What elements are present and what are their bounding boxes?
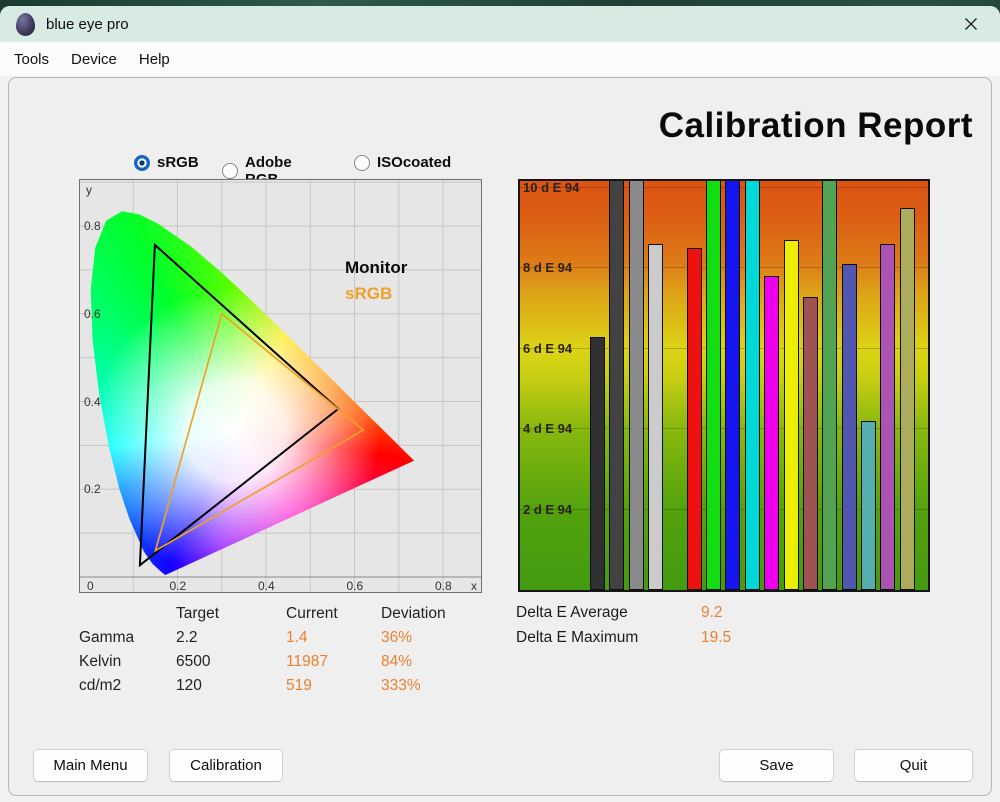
bar-tick-line	[520, 267, 928, 269]
kelvin-current: 11987	[286, 653, 328, 670]
window-title: blue eye pro	[46, 15, 129, 33]
gamut-triangles	[138, 242, 365, 568]
y-axis-letter: y	[86, 183, 92, 197]
col-header-target: Target	[176, 605, 220, 622]
app-icon	[16, 12, 35, 36]
row-label-cdm2: cd/m2	[79, 677, 122, 694]
report-panel: Calibration Report sRGB Adobe RGB ISOcoa…	[8, 77, 992, 796]
row-label-gamma: Gamma	[79, 629, 135, 646]
radio-adobe-rgb-icon	[222, 163, 238, 179]
quit-button[interactable]: Quit	[854, 749, 973, 782]
desktop: { "window": { "title": "blue eye pro" },…	[0, 0, 1000, 802]
delta-e-bar	[686, 248, 702, 590]
row-label-kelvin: Kelvin	[79, 653, 122, 670]
delta-e-bar	[648, 244, 664, 590]
bar-tick-label: 6 d E 94	[523, 340, 573, 356]
delta-e-average-value: 9.2	[701, 604, 723, 621]
table-corner	[79, 602, 176, 626]
delta-e-bar	[628, 181, 644, 590]
bar-tick-line	[520, 187, 928, 188]
delta-e-bar	[744, 181, 760, 590]
delta-e-bar	[880, 244, 896, 590]
delta-e-bar	[609, 181, 625, 590]
cdm2-deviation: 333%	[381, 677, 421, 694]
cdm2-current: 519	[286, 677, 312, 694]
app-window: blue eye pro Tools Device Help Calibrati…	[0, 6, 1000, 802]
menu-device[interactable]: Device	[60, 46, 128, 73]
page-title: Calibration Report	[658, 106, 973, 145]
radio-isocoated[interactable]: ISOcoated	[354, 154, 451, 171]
delta-e-maximum-label: Delta E Maximum	[516, 628, 639, 646]
radio-isocoated-label: ISOcoated	[377, 154, 452, 171]
delta-e-average-label: Delta E Average	[516, 604, 628, 621]
chromaticity-diagram: Monitor sRGB 0 0.2 0.4 0.6 0.8 0.2 0.4 0.6 0.8 y x	[79, 179, 482, 593]
delta-e-bar	[783, 240, 799, 590]
legend-srgb: sRGB	[345, 284, 393, 303]
delta-e-bar	[802, 296, 818, 590]
cdm2-target: 120	[176, 677, 202, 694]
delta-e-average-row: Delta E Average 9.2	[516, 601, 731, 626]
gamma-current: 1.4	[286, 629, 308, 646]
kelvin-deviation: 84%	[381, 653, 413, 670]
delta-e-bar	[725, 181, 741, 590]
delta-e-bar-chart: 10 d E 94 8 d E 94 6 d E 94 4 d E 94 2 d E 9…	[518, 179, 930, 592]
x-tick-label: 0	[87, 579, 94, 593]
delta-e-maximum-row: Delta E Maximum 19.5	[516, 626, 731, 651]
y-tick-label: 0.4	[84, 394, 101, 409]
x-tick-label: 0.2	[169, 579, 187, 593]
y-tick-label: 0.6	[84, 306, 101, 321]
bar-tick-label: 2 d E 94	[523, 501, 573, 517]
x-tick-label: 0.8	[435, 579, 452, 593]
delta-e-bar	[590, 336, 605, 590]
calibration-button[interactable]: Calibration	[169, 749, 283, 782]
legend-monitor: Monitor	[345, 258, 408, 277]
kelvin-target: 6500	[176, 653, 211, 670]
delta-e-maximum-value: 19.5	[701, 628, 732, 646]
results-table: Target Current Deviation Gamma 2.2 1.4 3…	[79, 602, 491, 698]
col-header-current: Current	[286, 605, 338, 622]
gamut-legend: Monitor sRGB	[345, 255, 407, 307]
y-tick-label: 0.2	[84, 482, 101, 497]
bar-tick-label: 10 d E 94	[523, 180, 580, 195]
menu-tools[interactable]: Tools	[3, 46, 60, 73]
radio-srgb-label: sRGB	[157, 154, 199, 171]
gamma-target: 2.2	[176, 629, 198, 646]
delta-e-summary: Delta E Average 9.2 Delta E Maximum 19.5	[516, 601, 731, 650]
x-axis-letter: x	[471, 579, 477, 593]
radio-srgb[interactable]: sRGB	[134, 154, 199, 171]
bar-tick-label: 4 d E 94	[523, 421, 573, 437]
delta-e-bar	[841, 264, 857, 590]
delta-e-bar	[899, 208, 915, 590]
delta-e-bar	[706, 181, 722, 590]
col-header-deviation: Deviation	[381, 605, 446, 622]
close-icon[interactable]	[958, 12, 984, 36]
menu-bar: Tools Device Help	[0, 42, 1000, 76]
y-tick-label: 0.8	[84, 219, 101, 233]
bar-tick-label: 8 d E 94	[523, 260, 573, 276]
x-tick-label: 0.6	[346, 579, 364, 593]
delta-e-bar	[764, 276, 780, 590]
delta-e-bar	[822, 181, 838, 590]
x-tick-label: 0.4	[258, 579, 275, 593]
bar-tick-line	[520, 347, 928, 349]
title-bar: blue eye pro	[0, 6, 1000, 42]
radio-isocoated-icon	[354, 154, 370, 171]
radio-srgb-icon	[134, 154, 150, 171]
main-menu-button[interactable]: Main Menu	[33, 749, 148, 782]
gamma-deviation: 36%	[381, 629, 413, 646]
delta-e-bar	[860, 421, 876, 590]
save-button[interactable]: Save	[719, 749, 834, 782]
menu-help[interactable]: Help	[128, 46, 181, 73]
